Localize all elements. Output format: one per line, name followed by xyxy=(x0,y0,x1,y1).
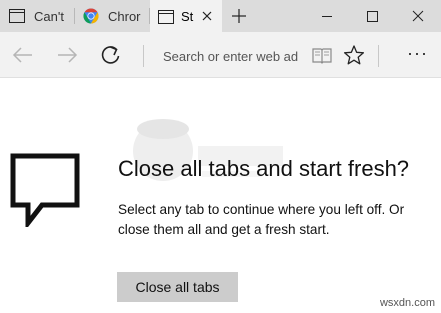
plus-icon xyxy=(232,9,246,23)
more-label: ··· xyxy=(407,43,428,63)
tab-strip: Can't Chror St xyxy=(0,0,441,33)
maximize-icon xyxy=(367,11,378,22)
close-window-button[interactable] xyxy=(396,0,440,32)
page-heading: Close all tabs and start fresh? xyxy=(118,156,410,181)
tab-label: Chror xyxy=(108,8,141,24)
page-description: Select any tab to continue where you lef… xyxy=(118,202,405,237)
back-button[interactable] xyxy=(8,40,38,70)
forward-arrow-icon xyxy=(58,47,78,63)
maximize-button[interactable] xyxy=(350,0,394,32)
address-input[interactable] xyxy=(163,47,305,65)
tab-start[interactable]: St xyxy=(150,0,222,33)
book-icon[interactable] xyxy=(311,46,333,66)
star-icon[interactable] xyxy=(343,44,365,66)
minimize-button[interactable] xyxy=(305,0,349,32)
tab-label: St xyxy=(181,9,194,24)
more-button[interactable]: ··· xyxy=(403,40,439,70)
address-bar[interactable] xyxy=(151,39,377,71)
close-all-tabs-button[interactable]: Close all tabs xyxy=(117,272,238,302)
back-arrow-icon xyxy=(12,47,32,63)
tab-cant[interactable]: Can't xyxy=(0,0,74,32)
site-watermark: wsxdn.com xyxy=(379,297,435,309)
new-tab-button[interactable] xyxy=(224,0,254,32)
toolbar-divider xyxy=(378,45,379,67)
tab-close-icon[interactable] xyxy=(200,9,214,23)
navigation-toolbar: ··· xyxy=(0,32,441,78)
tab-label: Can't xyxy=(34,8,64,24)
toolbar-divider xyxy=(143,45,144,67)
forward-button[interactable] xyxy=(52,40,82,70)
minimize-icon xyxy=(322,16,332,17)
refresh-button[interactable] xyxy=(96,40,126,70)
chrome-icon xyxy=(83,8,99,24)
refresh-icon xyxy=(101,46,120,64)
page-icon xyxy=(9,9,25,23)
new-tab-page: Close all tabs and start fresh? Select a… xyxy=(0,79,441,313)
tab-chrome[interactable]: Chror xyxy=(75,0,149,32)
close-icon xyxy=(412,10,424,22)
page-icon xyxy=(158,9,174,24)
speech-bubble-icon xyxy=(10,153,80,227)
